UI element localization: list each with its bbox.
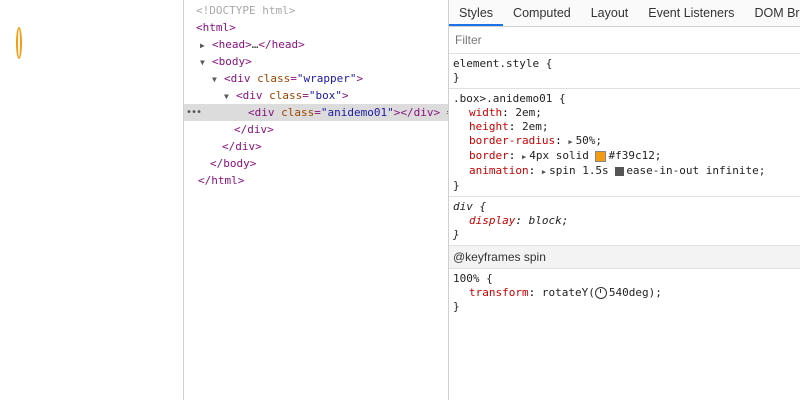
closing-body-node[interactable]: </body>	[184, 155, 448, 172]
easing-editor-icon[interactable]	[615, 166, 625, 176]
tab-computed[interactable]: Computed	[503, 0, 581, 26]
closing-div-node[interactable]: </div>	[184, 138, 448, 155]
expand-triangle-icon[interactable]: ▶	[522, 153, 526, 161]
div-user-agent-rule: div { display: block; }	[449, 197, 800, 246]
expand-triangle-icon[interactable]: ▶	[200, 37, 212, 54]
element-style-rule: element.style { }	[449, 54, 800, 89]
transform-declaration[interactable]: transform: rotateY(540deg);	[453, 286, 800, 300]
doctype-node[interactable]: <!DOCTYPE html>	[184, 2, 448, 19]
tab-dom-breakpoints[interactable]: DOM Breakp	[744, 0, 800, 26]
border-declaration[interactable]: border: ▶ 4px solid #f39c12;	[453, 149, 800, 164]
height-declaration[interactable]: height: 2em;	[453, 120, 800, 134]
rule-close-brace: }	[453, 179, 460, 192]
keyframe-selector[interactable]: 100% {	[453, 272, 800, 286]
html-node[interactable]: <html>	[184, 19, 448, 36]
closing-html-node[interactable]: </html>	[184, 172, 448, 189]
display-declaration: display: block;	[469, 214, 569, 227]
collapse-triangle-icon[interactable]: ▼	[224, 88, 236, 105]
styles-panel: Styles Computed Layout Event Listeners D…	[449, 0, 800, 400]
rule-selector[interactable]: .box>.anidemo01 {	[453, 92, 800, 106]
closing-div-node[interactable]: </div>	[184, 121, 448, 138]
spinner-animation	[16, 27, 22, 59]
angle-editor-icon[interactable]	[594, 287, 607, 299]
elements-panel: <!DOCTYPE html> <html> ▶ <head>…</head> ▼…	[184, 0, 449, 400]
body-node[interactable]: ▼ <body>	[184, 53, 448, 71]
anidemo-rule: .box>.anidemo01 { width: 2em; height: 2e…	[449, 89, 800, 197]
collapse-triangle-icon[interactable]: ▼	[200, 54, 212, 71]
rule-selector[interactable]: element.style {	[453, 57, 800, 71]
collapse-triangle-icon[interactable]: ▼	[212, 71, 224, 88]
selected-anidemo-node[interactable]: •••<div class="anidemo01"></div> =	[184, 104, 448, 121]
keyframes-rule: 100% { transform: rotateY(540deg); }	[449, 269, 800, 317]
width-declaration[interactable]: width: 2em;	[453, 106, 800, 120]
expand-triangle-icon[interactable]: ▶	[568, 138, 572, 146]
rule-close-brace: }	[453, 228, 460, 241]
border-radius-declaration[interactable]: border-radius: ▶ 50%;	[453, 134, 800, 149]
tab-layout[interactable]: Layout	[581, 0, 639, 26]
expand-triangle-icon[interactable]: ▶	[542, 168, 546, 176]
wrapper-div-node[interactable]: ▼ <div class="wrapper">	[184, 70, 448, 88]
color-swatch-icon[interactable]	[595, 150, 607, 162]
tab-event-listeners[interactable]: Event Listeners	[638, 0, 744, 26]
styles-tab-bar: Styles Computed Layout Event Listeners D…	[449, 0, 800, 27]
box-div-node[interactable]: ▼ <div class="box">	[184, 87, 448, 105]
rule-close-brace: }	[453, 300, 460, 313]
more-dots-icon[interactable]: •••	[186, 104, 202, 121]
rule-close-brace: }	[453, 71, 460, 84]
rule-selector: div {	[453, 200, 487, 213]
filter-input[interactable]: Filter	[449, 27, 800, 54]
head-node[interactable]: ▶ <head>…</head>	[184, 36, 448, 54]
page-preview	[0, 0, 184, 400]
animation-declaration[interactable]: animation: ▶ spin 1.5s ease-in-out infini…	[453, 164, 800, 179]
tab-styles[interactable]: Styles	[449, 0, 504, 26]
keyframes-header: @keyframes spin	[449, 246, 800, 269]
